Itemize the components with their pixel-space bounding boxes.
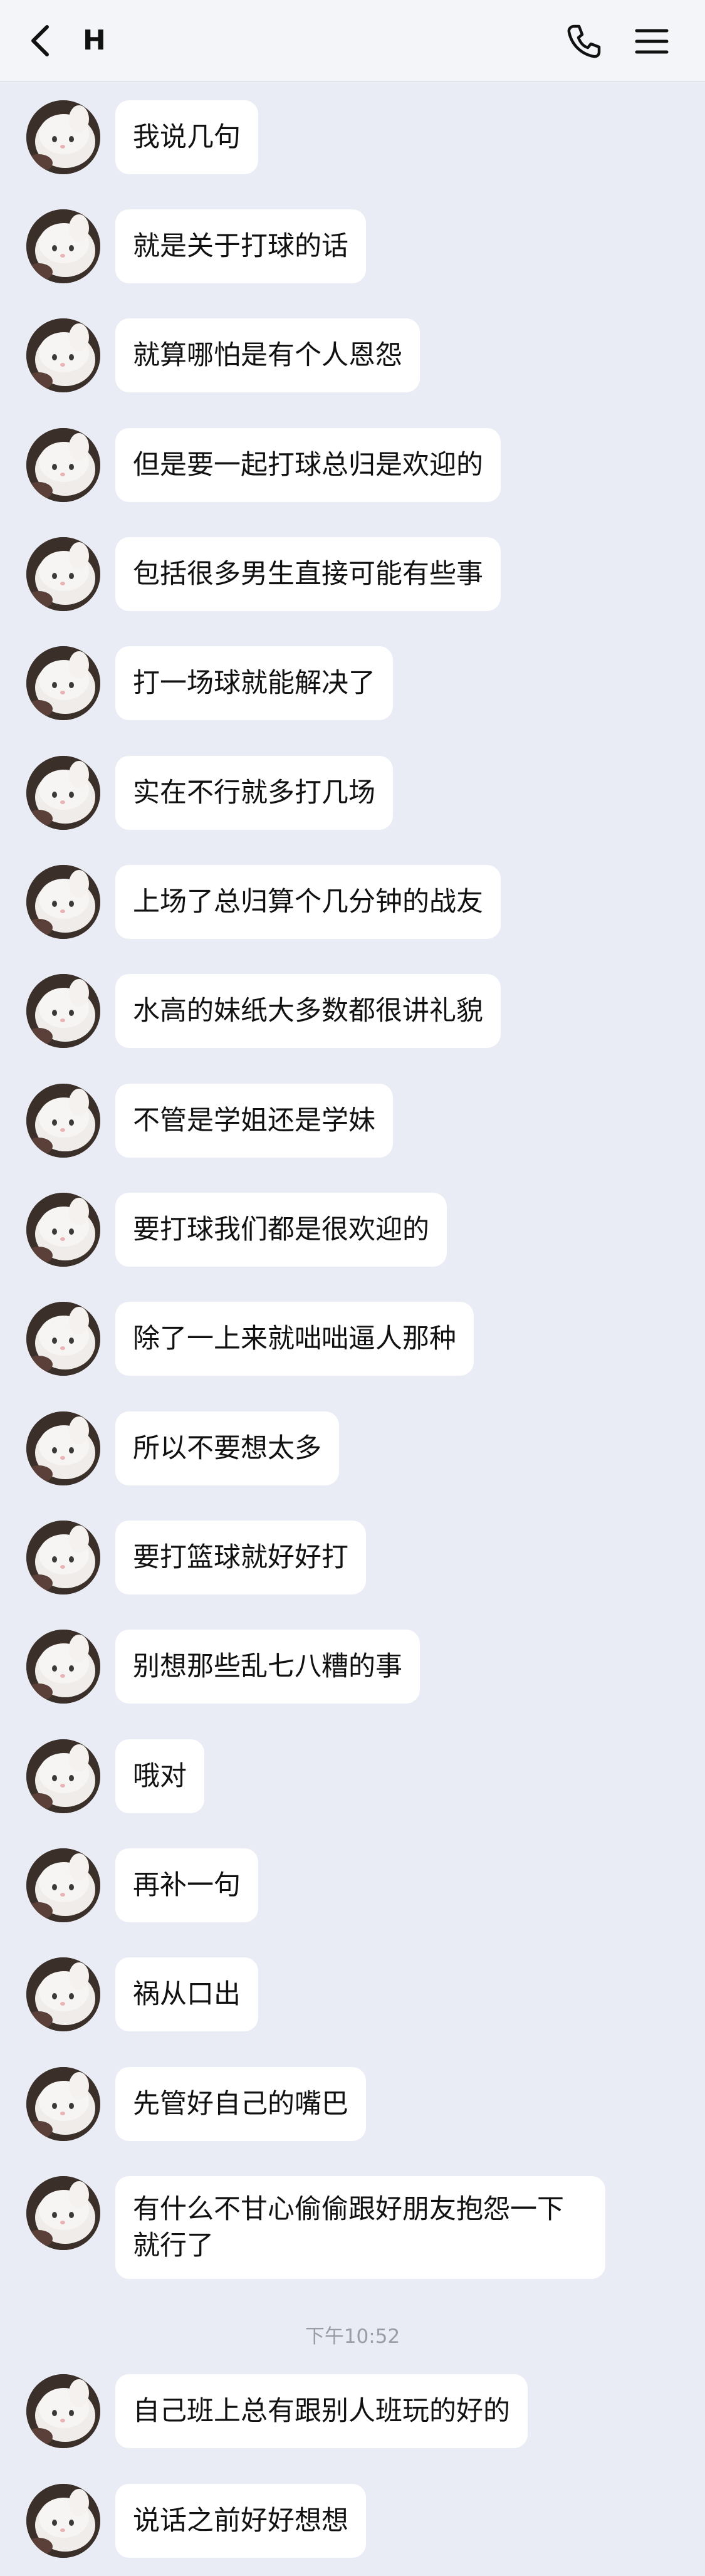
- message-bubble[interactable]: 自己班上总有跟别人班玩的好的: [115, 2374, 528, 2448]
- message-bubble[interactable]: 说话之前好好想想: [115, 2484, 366, 2558]
- avatar[interactable]: [26, 756, 100, 830]
- message-bubble[interactable]: 就是关于打球的话: [115, 209, 366, 283]
- message-bubble[interactable]: 水高的妹纸大多数都很讲礼貌: [115, 974, 501, 1048]
- message-bubble[interactable]: 再补一句: [115, 1848, 258, 1922]
- phone-icon: [567, 24, 601, 58]
- avatar[interactable]: [26, 1957, 100, 2031]
- avatar[interactable]: [26, 646, 100, 720]
- message-bubble[interactable]: 所以不要想太多: [115, 1411, 339, 1485]
- avatar[interactable]: [26, 1521, 100, 1594]
- message-bubble[interactable]: 除了一上来就咄咄逼人那种: [115, 1302, 474, 1376]
- avatar[interactable]: [26, 100, 100, 174]
- message-bubble[interactable]: 打一场球就能解决了: [115, 646, 393, 720]
- avatar[interactable]: [26, 2176, 100, 2250]
- message-bubble[interactable]: 我说几句: [115, 100, 258, 174]
- message-bubble[interactable]: 要打篮球就好好打: [115, 1521, 366, 1594]
- message-bubble[interactable]: 实在不行就多打几场: [115, 756, 393, 830]
- avatar[interactable]: [26, 974, 100, 1048]
- back-button[interactable]: [19, 18, 63, 64]
- avatar[interactable]: [26, 1193, 100, 1267]
- avatar[interactable]: [26, 1084, 100, 1158]
- message-bubble[interactable]: 要打球我们都是很欢迎的: [115, 1193, 447, 1267]
- chat-title: H: [83, 24, 106, 56]
- message-bubble[interactable]: 但是要一起打球总归是欢迎的: [115, 428, 501, 502]
- avatar[interactable]: [26, 865, 100, 939]
- chat-header: H: [0, 0, 705, 81]
- message-bubble[interactable]: 包括很多男生直接可能有些事: [115, 537, 501, 611]
- message-bubble[interactable]: 不管是学姐还是学妹: [115, 1084, 393, 1158]
- avatar[interactable]: [26, 1411, 100, 1485]
- avatar[interactable]: [26, 1848, 100, 1922]
- avatar[interactable]: [26, 2374, 100, 2448]
- menu-icon: [635, 29, 669, 54]
- message-bubble[interactable]: 哦对: [115, 1739, 204, 1813]
- message-bubble[interactable]: 别想那些乱七八糟的事: [115, 1630, 420, 1704]
- call-button[interactable]: [560, 19, 608, 64]
- message-bubble[interactable]: 有什么不甘心偷偷跟好朋友抱怨一下就行了: [115, 2176, 605, 2279]
- avatar[interactable]: [26, 428, 100, 502]
- avatar[interactable]: [26, 318, 100, 392]
- chevron-left-icon: [31, 25, 49, 56]
- message-timestamp: 下午10:52: [305, 2325, 400, 2348]
- avatar[interactable]: [26, 2067, 100, 2141]
- avatar[interactable]: [26, 537, 100, 611]
- avatar[interactable]: [26, 1302, 100, 1376]
- message-bubble[interactable]: 祸从口出: [115, 1957, 258, 2031]
- menu-button[interactable]: [628, 19, 676, 64]
- avatar[interactable]: [26, 209, 100, 283]
- avatar[interactable]: [26, 1739, 100, 1813]
- avatar[interactable]: [26, 1630, 100, 1704]
- message-bubble[interactable]: 上场了总归算个几分钟的战友: [115, 865, 501, 939]
- message-bubble[interactable]: 就算哪怕是有个人恩怨: [115, 318, 420, 392]
- message-bubble[interactable]: 先管好自己的嘴巴: [115, 2067, 366, 2141]
- avatar[interactable]: [26, 2484, 100, 2558]
- chat-area[interactable]: 我说几句 就是关于打球的话 就算哪怕是有个人恩怨 但是要一起打球总归是欢迎的 包…: [0, 81, 705, 2576]
